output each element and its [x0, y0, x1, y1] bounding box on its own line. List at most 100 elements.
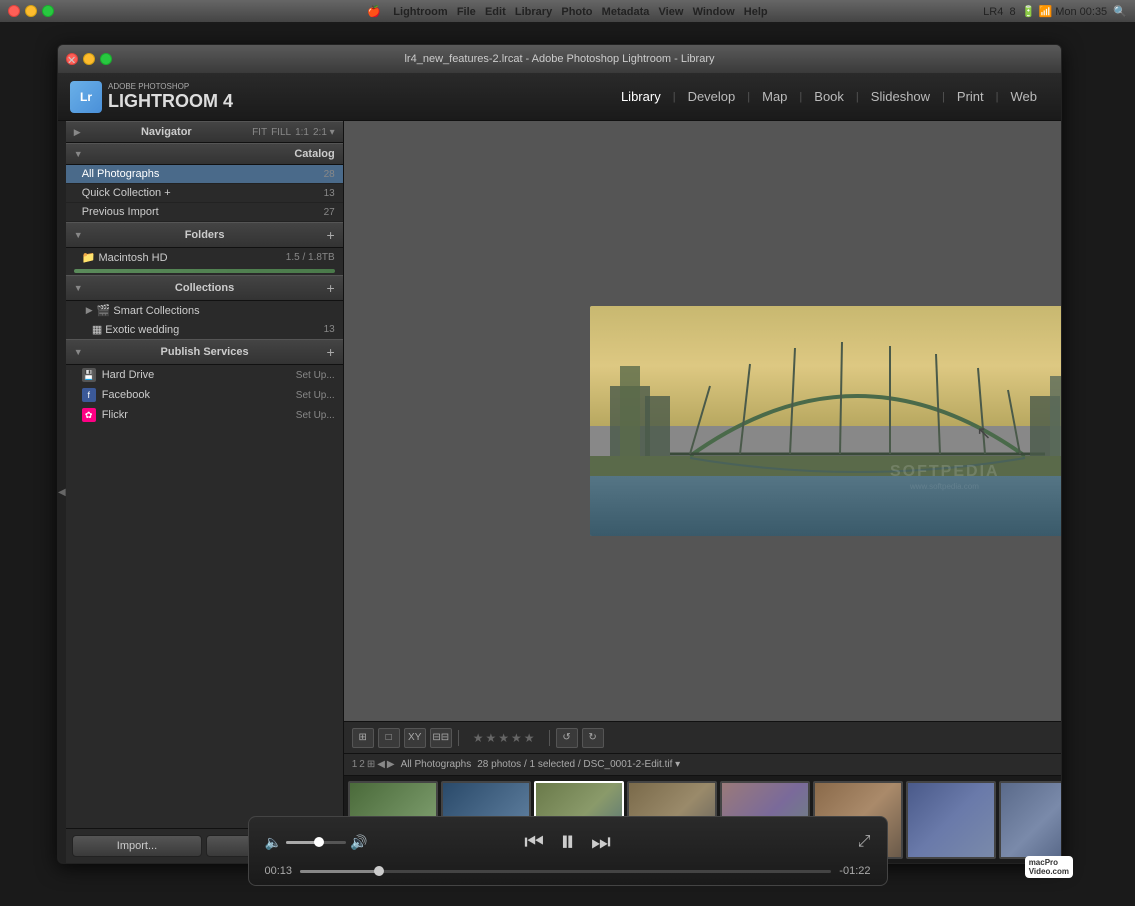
photo-svg: SOFTPEDIA www.softpedia.com [590, 306, 1062, 536]
app-close-button[interactable]: ✕ [66, 53, 78, 65]
app-minimize-button[interactable] [83, 53, 95, 65]
catalog-quick-collection[interactable]: Quick Collection + 13 [66, 184, 343, 203]
left-panel-toggle[interactable]: ◀ [58, 121, 66, 863]
maximize-button[interactable] [42, 5, 54, 17]
grid-icon[interactable]: ⊞ [367, 759, 375, 770]
progress-thumb[interactable] [374, 866, 384, 876]
volume-control: 🔈 🔊 [265, 834, 368, 851]
service-name: ✿ Flickr [82, 408, 128, 422]
catalog-item-name: All Photographs [82, 168, 160, 180]
collections-title: Collections [175, 282, 234, 294]
service-setup[interactable]: Set Up... [296, 370, 335, 381]
flickr-icon: ✿ [82, 408, 96, 422]
navigator-panel-header[interactable]: ▶ Navigator FIT FILL 1:1 2:1 ▾ [66, 121, 343, 143]
nav-item-book[interactable]: Book [802, 85, 856, 108]
volume-thumb[interactable] [314, 837, 324, 847]
volume-slider[interactable] [286, 841, 346, 844]
toolbar-separator2 [549, 730, 550, 746]
catalog-item-name: Quick Collection + [82, 187, 171, 199]
prev-button[interactable]: ◀ [377, 759, 385, 770]
photo-view[interactable]: SOFTPEDIA www.softpedia.com ↖ [344, 121, 1062, 721]
add-collection-button[interactable]: + [327, 280, 335, 296]
pause-button[interactable]: ⏸ [560, 825, 575, 859]
sidebar-left: ▶ Navigator FIT FILL 1:1 2:1 ▾ ▼ Catalog… [66, 121, 344, 863]
folder-name: 📁 Macintosh HD [82, 251, 168, 264]
minimize-button[interactable] [25, 5, 37, 17]
folders-title: Folders [185, 229, 225, 241]
nav-item-slideshow[interactable]: Slideshow [859, 85, 942, 108]
thumb-8[interactable] [999, 781, 1062, 859]
nav-item-library[interactable]: Library [609, 85, 673, 108]
nav-fill-btn[interactable]: FILL [271, 127, 291, 138]
volume-up-icon[interactable]: 🔊 [350, 834, 367, 851]
skip-forward-button[interactable]: ⏭ [591, 829, 611, 855]
nav-item-print[interactable]: Print [945, 85, 996, 108]
app-header: Lr ADOBE PHOTOSHOP LIGHTROOM 4 Library |… [58, 73, 1061, 121]
nav-1to1-btn[interactable]: 1:1 [295, 127, 309, 138]
catalog-item-name: Previous Import [82, 206, 159, 218]
add-folder-button[interactable]: + [327, 227, 335, 243]
lr-badge: Lr [70, 81, 102, 113]
folder-item-macintosh[interactable]: 📁 Macintosh HD 1.5 / 1.8TB [66, 248, 343, 267]
os-menubar: 🍎 Lightroom File Edit Library Photo Meta… [0, 0, 1135, 22]
progress-bar[interactable] [300, 870, 831, 873]
rotate-left-button[interactable]: ↺ [556, 728, 578, 748]
nav-fit-btn[interactable]: FIT [252, 127, 267, 138]
app-nav: Library | Develop | Map | Book | Slidesh… [609, 85, 1049, 108]
progress-fill [300, 870, 380, 873]
catalog-all-photographs[interactable]: All Photographs 28 [66, 165, 343, 184]
nav-item-develop[interactable]: Develop [676, 85, 748, 108]
progress-row: 00:13 -01:22 [265, 865, 871, 877]
catalog-previous-import[interactable]: Previous Import 27 [66, 203, 343, 222]
app-window-title: lr4_new_features-2.lrcat - Adobe Photosh… [404, 53, 714, 65]
page-num-2[interactable]: 2 [359, 759, 365, 770]
app-body: ◀ ▶ Navigator FIT FILL 1:1 2:1 ▾ ▼ Catal… [58, 121, 1061, 863]
folder-info: 1.5 / 1.8TB [286, 252, 335, 263]
collection-exotic-wedding[interactable]: ▦ Exotic wedding 13 [66, 320, 343, 339]
service-facebook[interactable]: f Facebook Set Up... [66, 385, 343, 405]
cursor-indicator: ↖ [976, 423, 991, 444]
service-setup[interactable]: Set Up... [296, 410, 335, 421]
macprovideo-watermark: macProVideo.com [1025, 856, 1073, 878]
import-button[interactable]: Import... [72, 835, 203, 857]
folder-usage-bar [74, 269, 335, 273]
thumb-7[interactable] [906, 781, 996, 859]
app-window-controls: ✕ [66, 53, 112, 65]
nav-2to1-btn[interactable]: 2:1 ▾ [313, 127, 335, 138]
svg-text:www.softpedia.com: www.softpedia.com [909, 482, 979, 491]
svg-text:SOFTPEDIA: SOFTPEDIA [890, 463, 1000, 480]
publish-services-panel-header[interactable]: ▼ Publish Services + [66, 339, 343, 365]
volume-icon[interactable]: 🔈 [265, 834, 282, 851]
service-flickr[interactable]: ✿ Flickr Set Up... [66, 405, 343, 425]
service-setup[interactable]: Set Up... [296, 390, 335, 401]
volume-fill [286, 841, 316, 844]
catalog-item-count: 13 [324, 188, 335, 199]
rotate-right-button[interactable]: ↻ [582, 728, 604, 748]
collection-smart[interactable]: ▶ 🎬 Smart Collections [66, 301, 343, 320]
app-maximize-button[interactable] [100, 53, 112, 65]
compare-view-button[interactable]: XY [404, 728, 426, 748]
filmstrip-header: 1 2 ⊞ ◀ ▶ All Photographs 28 photos / 1 … [344, 754, 1062, 776]
nav-item-map[interactable]: Map [750, 85, 799, 108]
next-button[interactable]: ▶ [387, 759, 395, 770]
filmstrip-photo-info: 28 photos / 1 selected / DSC_0001-2-Edit… [477, 759, 680, 770]
survey-view-button[interactable]: ⊟⊟ [430, 728, 452, 748]
time-remaining: -01:22 [839, 865, 870, 877]
video-controls-row: 🔈 🔊 ⏮ ⏸ ⏭ ⤢ [265, 825, 871, 859]
service-hard-drive[interactable]: 💾 Hard Drive Set Up... [66, 365, 343, 385]
skip-back-button[interactable]: ⏮ [524, 829, 544, 855]
lightroom-label: LIGHTROOM 4 [108, 91, 233, 111]
close-button[interactable] [8, 5, 20, 17]
catalog-panel-header[interactable]: ▼ Catalog [66, 143, 343, 165]
time-current: 00:13 [265, 865, 293, 877]
loupe-view-button[interactable]: □ [378, 728, 400, 748]
filmstrip-nav: 1 2 ⊞ ◀ ▶ [352, 759, 395, 770]
nav-item-web[interactable]: Web [999, 85, 1050, 108]
page-num-1[interactable]: 1 [352, 759, 358, 770]
grid-view-button[interactable]: ⊞ [352, 728, 374, 748]
collections-panel-header[interactable]: ▼ Collections + [66, 275, 343, 301]
fullscreen-button[interactable]: ⤢ [858, 833, 871, 851]
toolbar: ⊞ □ XY ⊟⊟ ★ ★ ★ ★ ★ ↺ ↻ Sync Settings [344, 721, 1062, 753]
folders-panel-header[interactable]: ▼ Folders + [66, 222, 343, 248]
add-service-button[interactable]: + [327, 344, 335, 360]
